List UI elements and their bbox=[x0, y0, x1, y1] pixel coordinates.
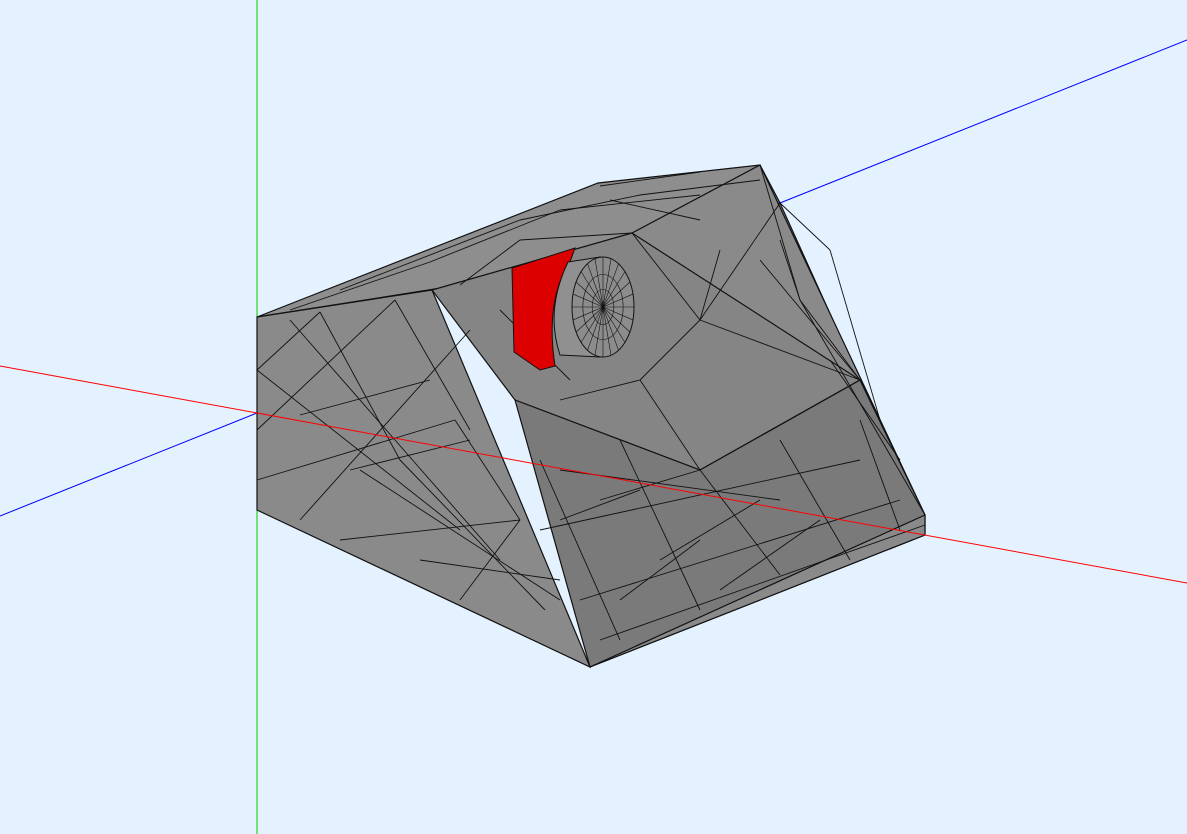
z-axis-line-left bbox=[0, 412, 258, 517]
z-axis-line-right bbox=[779, 39, 1187, 204]
cylinder-mesh-spokes bbox=[572, 257, 634, 357]
cylinder-boss[interactable] bbox=[553, 256, 635, 358]
3d-viewport[interactable] bbox=[0, 0, 1187, 834]
scene-canvas[interactable] bbox=[0, 0, 1187, 834]
mesh-model[interactable] bbox=[256, 164, 926, 669]
